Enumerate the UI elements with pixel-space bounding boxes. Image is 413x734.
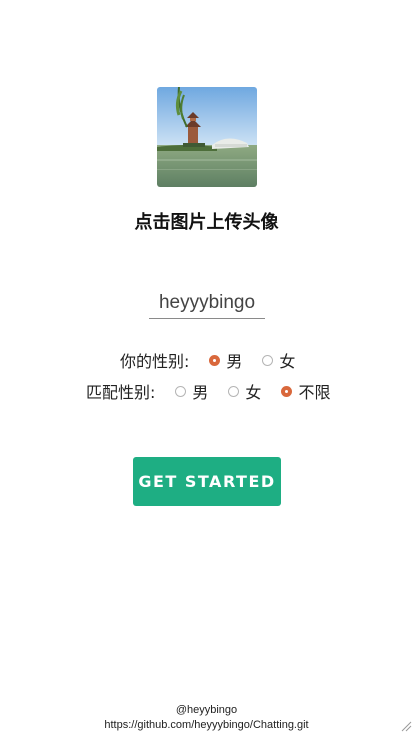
get-started-button[interactable]: GET STARTED: [133, 457, 281, 506]
match-gender-option-label: 不限: [298, 383, 331, 402]
nickname-input[interactable]: [149, 288, 265, 317]
avatar-upload-image[interactable]: [157, 87, 257, 187]
radio-unchecked-icon[interactable]: [228, 385, 240, 397]
radio-checked-icon[interactable]: [209, 354, 221, 366]
match-gender-option-label: 男: [192, 383, 209, 402]
my-gender-label: 你的性别:: [120, 352, 190, 371]
match-gender-option-any[interactable]: 不限: [281, 379, 330, 403]
my-gender-option-male[interactable]: 男: [209, 348, 242, 372]
my-gender-row: 你的性别: 男 女: [120, 348, 295, 372]
footer-repo-link[interactable]: https://github.com/heyyybingo/Chatting.g…: [0, 719, 413, 731]
radio-checked-icon[interactable]: [281, 385, 293, 397]
radio-unchecked-icon[interactable]: [175, 385, 187, 397]
my-gender-option-label: 女: [279, 352, 296, 371]
upload-avatar-label: 点击图片上传头像: [134, 212, 279, 233]
match-gender-label: 匹配性别:: [86, 383, 156, 402]
match-gender-option-male[interactable]: 男: [175, 379, 208, 403]
my-gender-option-female[interactable]: 女: [262, 348, 295, 372]
match-gender-option-female[interactable]: 女: [228, 379, 261, 403]
nickname-field[interactable]: [149, 288, 265, 319]
landscape-photo-icon: [157, 87, 257, 187]
match-gender-row: 匹配性别: 男 女 不限: [86, 379, 330, 403]
my-gender-option-label: 男: [226, 352, 243, 371]
footer-author: @heyybingo: [175, 704, 238, 716]
resize-grip-icon[interactable]: [400, 720, 412, 732]
match-gender-option-label: 女: [245, 383, 262, 402]
radio-unchecked-icon[interactable]: [262, 354, 274, 366]
